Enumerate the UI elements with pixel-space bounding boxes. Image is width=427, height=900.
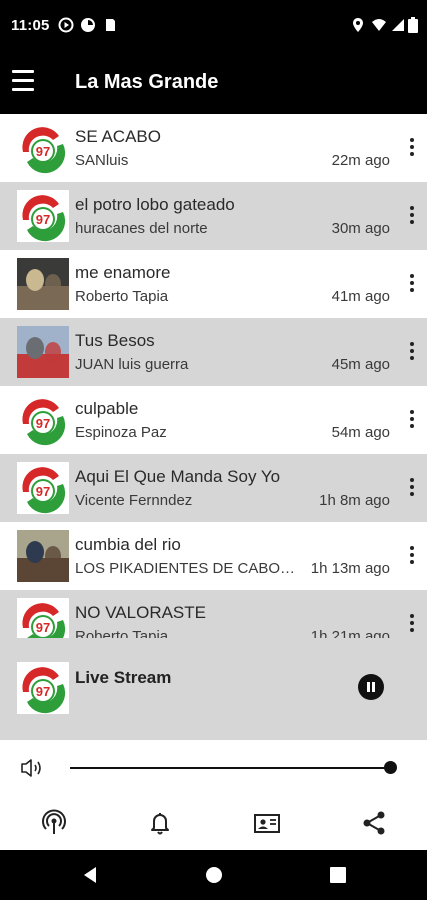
location-icon (353, 18, 363, 32)
share-icon[interactable] (360, 809, 388, 837)
svg-text:97: 97 (36, 620, 50, 635)
album-art-image (17, 530, 69, 582)
more-options-icon[interactable] (409, 206, 415, 226)
status-time: 11:05 (11, 17, 50, 34)
app-bar: La Mas Grande (0, 52, 427, 114)
track-time-ago: 30m ago (331, 220, 390, 237)
wifi-icon (372, 19, 386, 31)
more-options-icon[interactable] (409, 410, 415, 430)
album-art (17, 530, 69, 582)
more-options-icon[interactable] (409, 546, 415, 566)
station-logo: 97 (17, 122, 69, 174)
track-row[interactable]: 97 Aqui El Que Manda Soy Yo Vicente Fernnd… (0, 454, 427, 522)
track-title: NO VALORASTE (75, 603, 206, 622)
recent-tracks-list[interactable]: 97 SE ACABO SANluis 22m ago 97 el potro lobo … (0, 114, 427, 638)
status-bar: 11:05 (0, 0, 427, 52)
track-artist: Roberto Tapia (75, 628, 169, 638)
station-logo: 97 (17, 190, 69, 242)
track-title: Tus Besos (75, 331, 155, 350)
track-row[interactable]: 97 NO VALORASTE Roberto Tapia 1h 21m ago (0, 590, 427, 638)
speaker-icon[interactable] (20, 757, 46, 779)
station-logo-icon: 97 (17, 394, 69, 446)
svg-text:97: 97 (36, 684, 50, 699)
svg-text:97: 97 (36, 484, 50, 499)
page-title: La Mas Grande (75, 71, 219, 93)
battery-icon (408, 17, 418, 33)
album-art-image (17, 326, 69, 378)
volume-slider-thumb[interactable] (384, 761, 397, 774)
track-row[interactable]: 97 SE ACABO SANluis 22m ago (0, 114, 427, 182)
track-row[interactable]: Tus Besos JUAN luis guerra 45m ago (0, 318, 427, 386)
bell-icon[interactable] (146, 809, 174, 837)
station-logo-icon: 97 (17, 462, 69, 514)
station-logo: 97 (17, 394, 69, 446)
track-time-ago: 1h 8m ago (319, 492, 390, 509)
station-logo-icon: 97 (17, 190, 69, 242)
track-title: culpable (75, 399, 139, 418)
station-logo-icon: 97 (17, 122, 69, 174)
station-logo: 97 (17, 662, 69, 714)
track-title: me enamore (75, 263, 171, 282)
track-artist: Espinoza Paz (75, 424, 167, 441)
album-art (17, 326, 69, 378)
station-logo-icon: 97 (17, 598, 69, 638)
station-logo-icon: 97 (17, 662, 69, 714)
track-time-ago: 22m ago (331, 152, 390, 169)
track-artist: Roberto Tapia (75, 288, 169, 305)
svg-text:97: 97 (36, 212, 50, 227)
back-icon[interactable] (81, 865, 99, 885)
track-time-ago: 1h 21m ago (310, 628, 390, 638)
play-circle-icon (58, 17, 74, 33)
track-row[interactable]: 97 culpable Espinoza Paz 54m ago (0, 386, 427, 454)
volume-control (0, 740, 427, 796)
track-artist: JUAN luis guerra (75, 356, 189, 373)
track-row[interactable]: cumbia del rio LOS PIKADIENTES DE CABO… 1h… (0, 522, 427, 590)
data-saver-icon (81, 18, 95, 32)
volume-slider-track[interactable] (70, 767, 390, 769)
track-title: SE ACABO (75, 127, 161, 146)
album-art-image (17, 258, 69, 310)
track-artist: LOS PIKADIENTES DE CABO… (75, 560, 296, 577)
cell-signal-icon (392, 19, 404, 31)
track-title: el potro lobo gateado (75, 195, 235, 214)
pause-button[interactable] (358, 674, 384, 700)
now-playing-bar[interactable]: 97 Live Stream (0, 638, 427, 740)
svg-text:97: 97 (36, 144, 50, 159)
station-logo: 97 (17, 462, 69, 514)
contact-card-icon[interactable] (253, 809, 281, 837)
track-title: Aqui El Que Manda Soy Yo (75, 467, 281, 486)
recents-icon[interactable] (329, 865, 347, 885)
system-nav-bar (0, 850, 427, 900)
sd-card-icon (106, 19, 115, 31)
more-options-icon[interactable] (409, 138, 415, 158)
radio-tower-icon[interactable] (40, 809, 68, 837)
station-logo: 97 (17, 598, 69, 638)
more-options-icon[interactable] (409, 342, 415, 362)
track-time-ago: 1h 13m ago (310, 560, 390, 577)
track-row[interactable]: 97 el potro lobo gateado huracanes del nor… (0, 182, 427, 250)
bottom-nav (0, 796, 427, 850)
track-title: cumbia del rio (75, 535, 181, 554)
track-artist: huracanes del norte (75, 220, 208, 237)
track-row[interactable]: me enamore Roberto Tapia 41m ago (0, 250, 427, 318)
home-icon[interactable] (205, 865, 223, 885)
now-playing-label: Live Stream (75, 668, 172, 687)
menu-icon[interactable] (10, 68, 40, 96)
more-options-icon[interactable] (409, 478, 415, 498)
track-time-ago: 54m ago (331, 424, 390, 441)
track-artist: Vicente Fernndez (75, 492, 193, 509)
track-time-ago: 45m ago (331, 356, 390, 373)
more-options-icon[interactable] (409, 614, 415, 634)
track-artist: SANluis (75, 152, 129, 169)
track-time-ago: 41m ago (331, 288, 390, 305)
more-options-icon[interactable] (409, 274, 415, 294)
album-art (17, 258, 69, 310)
svg-text:97: 97 (36, 416, 50, 431)
